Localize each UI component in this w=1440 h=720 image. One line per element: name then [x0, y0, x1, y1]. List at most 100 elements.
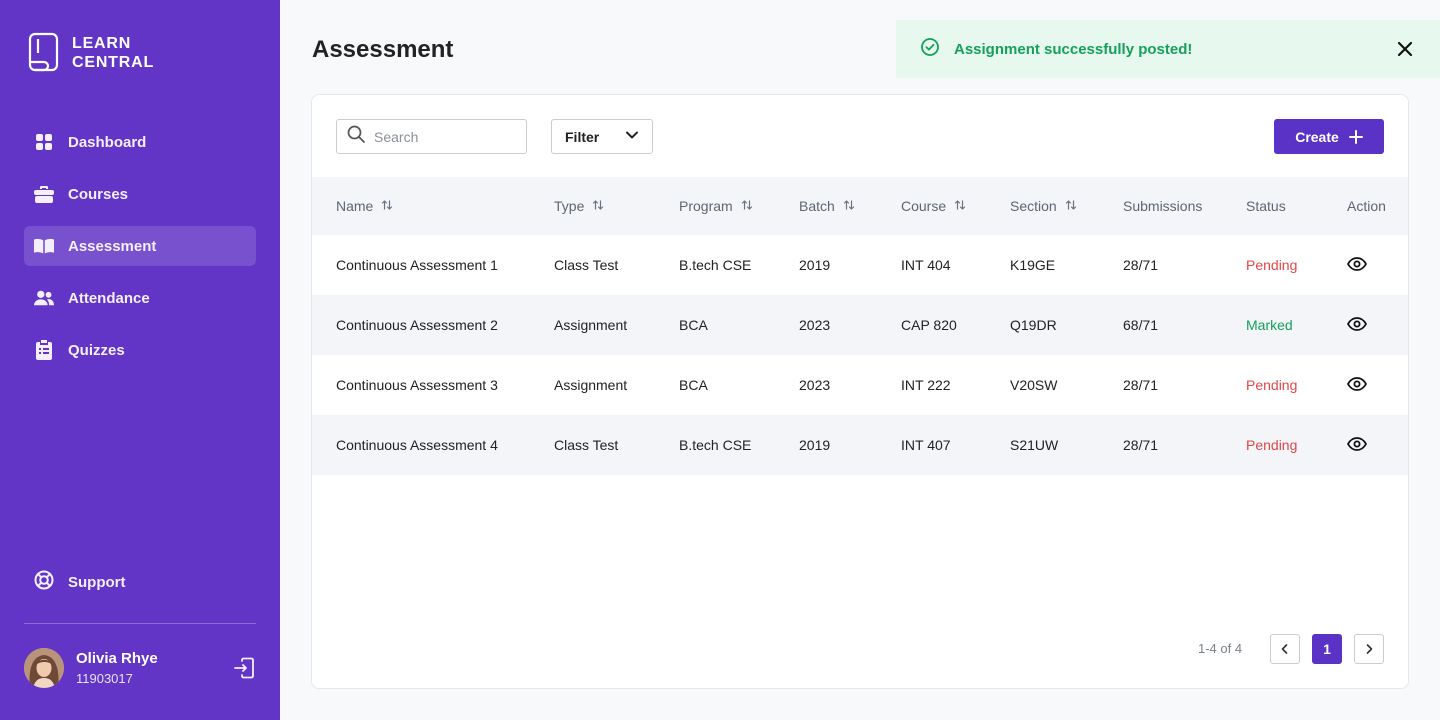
- cell-name: Continuous Assessment 1: [336, 257, 498, 273]
- sidebar-item-assessment[interactable]: Assessment: [24, 226, 256, 266]
- eye-icon: [1346, 436, 1368, 454]
- sidebar-item-label: Attendance: [68, 289, 150, 307]
- table-row[interactable]: Continuous Assessment 2 Assignment BCA 2…: [312, 295, 1408, 355]
- view-button[interactable]: [1346, 355, 1368, 415]
- view-button[interactable]: [1346, 415, 1368, 475]
- cell-section: S21UW: [1010, 437, 1059, 453]
- column-label: Type: [554, 198, 585, 214]
- sidebar-divider: [24, 623, 256, 624]
- cell-batch: 2019: [799, 437, 831, 453]
- sidebar-item-dashboard[interactable]: Dashboard: [24, 122, 256, 162]
- status-badge: Pending: [1246, 437, 1298, 453]
- cell-batch: 2023: [799, 317, 831, 333]
- column-header-batch[interactable]: Batch: [799, 177, 855, 235]
- table-header: Name Type Program Batch Course Section S…: [312, 177, 1408, 235]
- support-link[interactable]: Support: [34, 570, 126, 595]
- cell-program: B.tech CSE: [679, 437, 752, 453]
- avatar: [24, 648, 64, 688]
- prev-page-button[interactable]: [1270, 634, 1300, 664]
- logout-button[interactable]: [233, 657, 255, 684]
- support-label: Support: [68, 574, 126, 591]
- cell-course: CAP 820: [901, 317, 957, 333]
- sort-icon: [381, 198, 393, 214]
- eye-icon: [1346, 256, 1368, 274]
- logo-text-line2: CENTRAL: [72, 54, 155, 71]
- cell-course: INT 404: [901, 257, 951, 273]
- eye-icon: [1346, 316, 1368, 334]
- assessment-card: Filter Create Name Type Program Batch Co…: [311, 94, 1409, 689]
- filter-label: Filter: [565, 128, 600, 145]
- status-badge: Pending: [1246, 377, 1298, 393]
- logout-icon: [233, 657, 255, 683]
- next-page-button[interactable]: [1354, 634, 1384, 664]
- sidebar-item-attendance[interactable]: Attendance: [24, 278, 256, 318]
- cell-submissions: 28/71: [1123, 437, 1159, 453]
- column-label: Name: [336, 198, 374, 214]
- success-toast: Assignment successfully posted!: [896, 20, 1440, 78]
- cell-submissions: 68/71: [1123, 317, 1159, 333]
- column-header-name[interactable]: Name: [336, 177, 393, 235]
- cell-submissions: 28/71: [1123, 257, 1159, 273]
- create-button[interactable]: Create: [1274, 119, 1384, 154]
- user-profile[interactable]: Olivia Rhye 11903017: [24, 648, 158, 688]
- sort-icon: [741, 198, 753, 214]
- page-title: Assessment: [312, 36, 454, 63]
- page-button-current[interactable]: 1: [1312, 634, 1342, 664]
- plus-icon: [1348, 129, 1363, 144]
- sidebar-item-label: Dashboard: [68, 133, 147, 151]
- column-label: Section: [1010, 198, 1057, 214]
- cell-type: Class Test: [554, 257, 619, 273]
- sort-icon: [1065, 198, 1077, 214]
- cell-section: Q19DR: [1010, 317, 1057, 333]
- view-button[interactable]: [1346, 235, 1368, 295]
- column-label: Status: [1246, 198, 1286, 214]
- app-logo[interactable]: LEARN CENTRAL: [28, 32, 154, 74]
- check-circle-icon: [920, 37, 940, 62]
- table-row[interactable]: Continuous Assessment 3 Assignment BCA 2…: [312, 355, 1408, 415]
- column-label: Submissions: [1123, 198, 1203, 214]
- column-header-program[interactable]: Program: [679, 177, 753, 235]
- column-label: Program: [679, 198, 733, 214]
- cell-name: Continuous Assessment 4: [336, 437, 498, 453]
- cell-type: Assignment: [554, 317, 628, 333]
- cell-course: INT 407: [901, 437, 951, 453]
- close-toast-button[interactable]: [1396, 40, 1414, 63]
- search-input[interactable]: [374, 128, 514, 145]
- sidebar-item-label: Courses: [68, 185, 129, 203]
- cell-program: B.tech CSE: [679, 257, 752, 273]
- briefcase-icon: [34, 184, 54, 204]
- column-header-type[interactable]: Type: [554, 177, 604, 235]
- status-badge: Pending: [1246, 257, 1298, 273]
- column-header-submissions: Submissions: [1123, 177, 1202, 235]
- toast-message: Assignment successfully posted!: [954, 40, 1193, 58]
- table-row[interactable]: Continuous Assessment 1 Class Test B.tec…: [312, 235, 1408, 295]
- cell-batch: 2023: [799, 377, 831, 393]
- pagination-range: 1-4 of 4: [1198, 641, 1243, 656]
- cell-program: BCA: [679, 377, 708, 393]
- column-header-section[interactable]: Section: [1010, 177, 1077, 235]
- column-label: Action: [1347, 198, 1386, 214]
- sort-icon: [843, 198, 855, 214]
- user-id: 11903017: [76, 671, 133, 686]
- user-name: Olivia Rhye: [76, 650, 158, 667]
- book-open-icon: [34, 236, 54, 256]
- column-header-status: Status: [1246, 177, 1286, 235]
- close-icon: [1396, 41, 1414, 62]
- filter-dropdown[interactable]: Filter: [551, 119, 653, 154]
- sort-icon: [954, 198, 966, 214]
- search-box[interactable]: [336, 119, 527, 154]
- sort-icon: [592, 198, 604, 214]
- column-label: Batch: [799, 198, 835, 214]
- logo-text-line1: LEARN: [72, 35, 132, 52]
- view-button[interactable]: [1346, 295, 1368, 355]
- column-header-action: Action: [1347, 177, 1386, 235]
- table-row[interactable]: Continuous Assessment 4 Class Test B.tec…: [312, 415, 1408, 475]
- chevron-right-icon: [1363, 643, 1375, 655]
- sidebar-item-quizzes[interactable]: Quizzes: [24, 330, 256, 370]
- sidebar-nav: Dashboard Courses Assessment Attendance …: [24, 122, 256, 382]
- sidebar-item-courses[interactable]: Courses: [24, 174, 256, 214]
- cell-section: V20SW: [1010, 377, 1058, 393]
- create-label: Create: [1295, 128, 1339, 145]
- cell-batch: 2019: [799, 257, 831, 273]
- column-header-course[interactable]: Course: [901, 177, 966, 235]
